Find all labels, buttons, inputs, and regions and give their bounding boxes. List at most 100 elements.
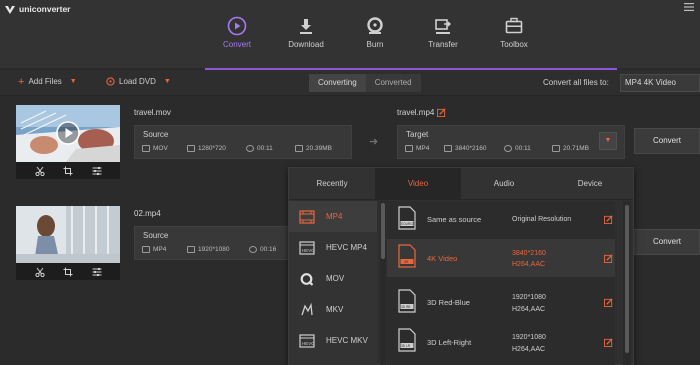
output-format-popup: Recently Video Audio Device MP4 HEVC HEV… [288, 167, 634, 365]
format-item-hevc-mp4[interactable]: HEVC HEVC MP4 [289, 232, 377, 263]
source-format: MOV [142, 145, 168, 152]
codec-value: H264,AAC [512, 306, 546, 313]
target-info-panel: Target MP4 3840*2160 00:11 20.71MB [397, 125, 625, 159]
source-duration-value: 00:16 [260, 246, 277, 253]
tab-toolbox[interactable]: Toolbox [479, 16, 549, 58]
chevron-down-icon[interactable]: ▼ [164, 78, 171, 85]
target-format-dropdown-button[interactable]: ▼ [599, 132, 617, 150]
video-thumbnail[interactable] [16, 206, 120, 280]
format-label: HEVC MKV [326, 336, 368, 345]
badge-text: 3D LR [401, 344, 411, 348]
edit-icon[interactable] [604, 215, 613, 224]
effects-sliders-icon[interactable] [92, 166, 102, 176]
format-icon [142, 145, 150, 152]
tab-recently[interactable]: Recently [289, 168, 375, 199]
resolution-icon [187, 246, 195, 253]
edit-icon[interactable] [604, 338, 613, 347]
tab-transfer[interactable]: Transfer [408, 16, 478, 58]
edit-icon[interactable] [437, 108, 446, 117]
convert-all-select[interactable]: MP4 4K Video [620, 74, 700, 92]
convert-button[interactable]: Convert [634, 128, 700, 154]
mp4-film-icon [299, 209, 315, 224]
resolution-item-3d-red-blue[interactable]: 3D RB 3D Red-Blue 1920*1080 H264,AAC [387, 284, 615, 322]
file-name: 02.mp4 [134, 209, 161, 218]
resolution-name: Same as source [427, 215, 482, 224]
target-size: 20.71MB [552, 145, 589, 152]
clock-icon [249, 246, 257, 253]
4k-badge-icon: 4K [398, 244, 416, 268]
file-size-icon [552, 145, 560, 152]
segment-converted[interactable]: Converted [365, 74, 421, 92]
target-resolution: 3840*2160 [444, 145, 486, 152]
resolution-value: 3840*2160 [512, 250, 546, 257]
source-title: Source [143, 130, 169, 139]
resolution-value: Original Resolution [512, 216, 572, 223]
format-label: MP4 [326, 212, 343, 221]
format-item-mkv[interactable]: MKV [289, 294, 377, 325]
add-files-label: Add Files [28, 77, 62, 86]
source-title: Source [143, 231, 169, 240]
load-dvd-button[interactable]: Load DVD ▼ [106, 77, 171, 86]
source-duration: 00:16 [249, 246, 276, 253]
tab-toolbox-label: Toolbox [500, 40, 528, 49]
edit-icon[interactable] [604, 254, 613, 263]
dvd-icon [106, 77, 115, 86]
hevc-icon: HEVC [299, 333, 315, 348]
scrollbar-thumb[interactable] [625, 205, 629, 353]
arrow-right-icon: ➜ [369, 136, 379, 148]
tab-audio[interactable]: Audio [461, 168, 547, 199]
resolution-name: 3D Left-Right [427, 338, 472, 347]
format-item-hevc-mkv[interactable]: HEVC HEVC MKV [289, 325, 377, 356]
scrollbar-thumb[interactable] [381, 203, 385, 259]
convert-button[interactable]: Convert [634, 229, 700, 255]
tab-download[interactable]: Download [271, 16, 341, 58]
svg-text:HEVC: HEVC [302, 248, 315, 253]
source-format-value: MOV [153, 145, 168, 152]
crop-icon[interactable] [63, 166, 73, 176]
tab-burn[interactable]: Burn [340, 16, 410, 58]
quicktime-icon [300, 272, 314, 286]
convert-icon [227, 16, 247, 36]
resolution-icon [187, 145, 195, 152]
thumbnail-image [16, 206, 120, 263]
video-thumbnail[interactable] [16, 105, 120, 179]
app-logo-icon [5, 6, 15, 14]
edit-icon[interactable] [604, 298, 613, 307]
tab-burn-label: Burn [366, 40, 384, 49]
badge-text: 3D RB [401, 305, 410, 309]
resolution-item-3d-left-right[interactable]: 3D LR 3D Left-Right 1920*1080 H264,AAC [387, 323, 615, 361]
add-files-button[interactable]: + Add Files ▼ [18, 76, 77, 87]
tab-convert[interactable]: Convert [202, 16, 272, 58]
trim-scissors-icon[interactable] [34, 267, 45, 277]
effects-sliders-icon[interactable] [92, 267, 102, 277]
resolution-value: 1920*1080 [512, 334, 546, 341]
format-item-mp4[interactable]: MP4 [289, 201, 377, 232]
chevron-down-icon[interactable]: ▼ [70, 78, 77, 85]
resolution-item-4k-video[interactable]: 4K 4K Video 3840*2160 H264,AAC [387, 239, 615, 277]
format-list-scrollbar[interactable] [380, 201, 386, 365]
thumbnail-toolbar [16, 263, 120, 280]
segment-converting[interactable]: Converting [309, 74, 366, 92]
source-size-value: 20.39MB [306, 145, 333, 152]
format-item-mov[interactable]: MOV [289, 263, 377, 294]
target-title: Target [406, 130, 429, 139]
crop-icon[interactable] [63, 267, 73, 277]
tab-video[interactable]: Video [375, 168, 461, 199]
toolbar: + Add Files ▼ Load DVD ▼ Converting Conv… [0, 70, 700, 96]
resolution-item-same-as-source[interactable]: SOURCE Same as source Original Resolutio… [387, 201, 615, 239]
target-size-value: 20.71MB [563, 145, 590, 152]
toolbox-icon [505, 17, 523, 34]
tab-device[interactable]: Device [547, 168, 633, 199]
format-list: MP4 HEVC HEVC MP4 MOV MKV HEVC HEVC MKV [289, 201, 377, 365]
badge-text: SOURCE [401, 222, 415, 226]
format-label: MOV [326, 274, 345, 283]
menu-icon[interactable] [684, 3, 694, 11]
source-resolution: 1920*1080 [187, 246, 229, 253]
badge-text: 4K [404, 260, 409, 264]
resolution-list-scrollbar[interactable] [623, 201, 631, 365]
file-name: travel.mov [134, 108, 171, 117]
app-name: uniconverter [19, 4, 71, 14]
play-icon[interactable] [56, 121, 80, 145]
trim-scissors-icon[interactable] [34, 166, 45, 176]
target-format: MP4 [405, 145, 429, 152]
